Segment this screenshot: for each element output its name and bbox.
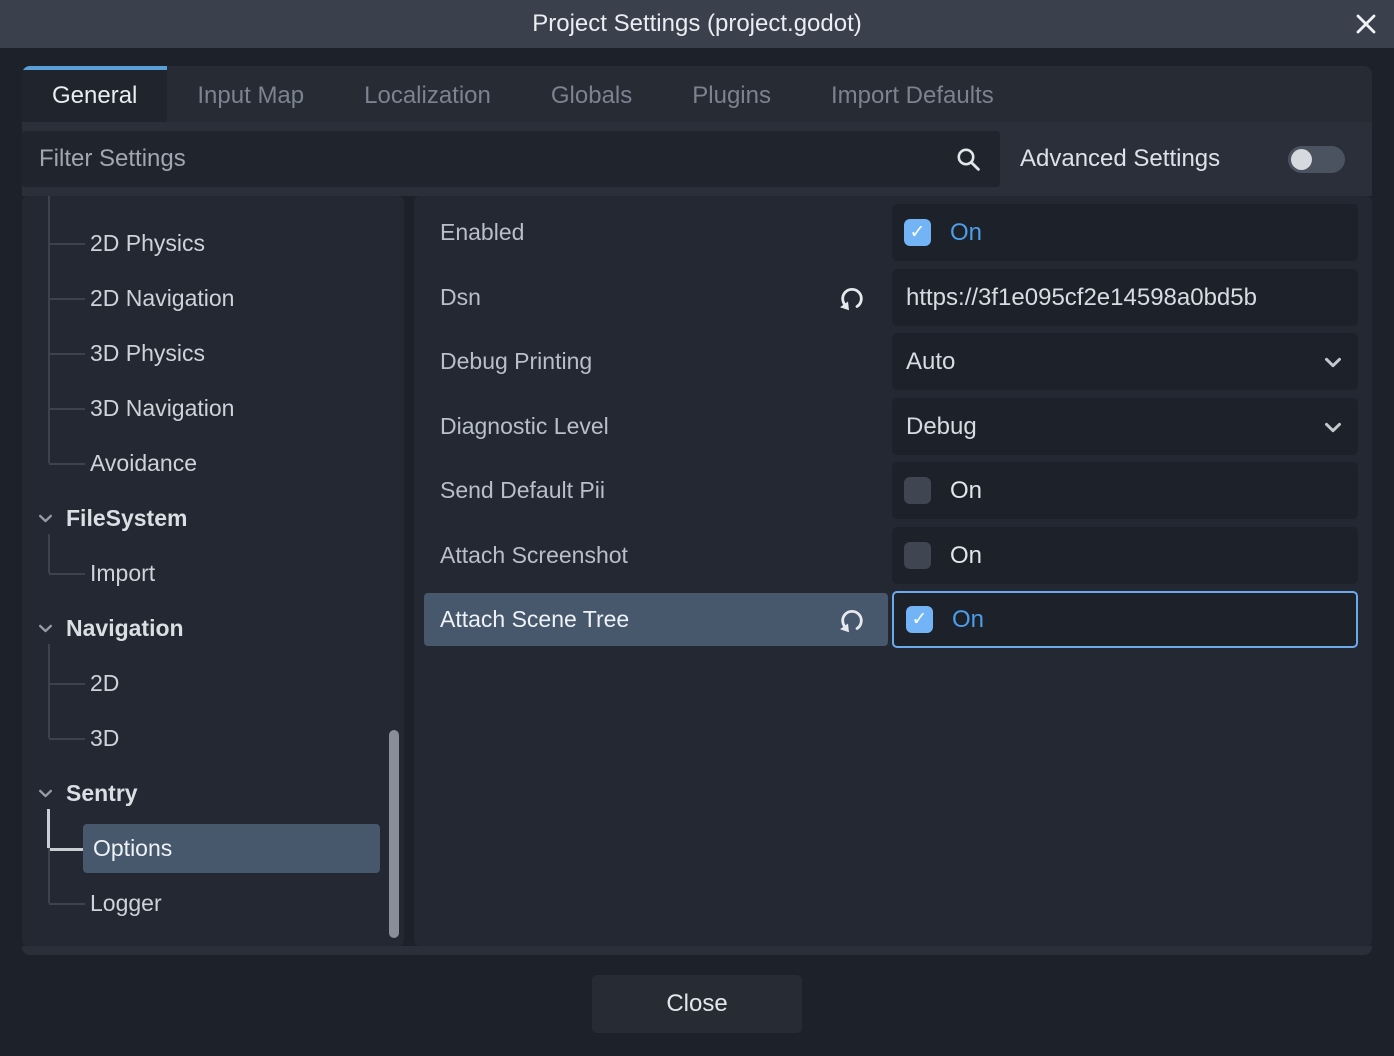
title-bar: Project Settings (project.godot): [0, 0, 1394, 48]
tree-item-options[interactable]: Options: [22, 821, 404, 876]
tree-item-3d-navigation[interactable]: 3D Navigation: [22, 381, 404, 436]
checkbox-state-label: On: [950, 542, 982, 570]
revert-icon[interactable]: [837, 604, 867, 634]
setting-row-attach-scene-tree: Attach Scene Tree ✓ On: [414, 591, 1372, 648]
tree-item-label: 2D Navigation: [90, 285, 234, 312]
revert-icon[interactable]: [837, 282, 867, 312]
project-settings-dialog: Project Settings (project.godot) General…: [0, 0, 1394, 1056]
tree-item-label: Options: [93, 835, 172, 862]
setting-row-debug-printing: Debug Printing Auto: [414, 333, 1372, 390]
toggle-knob: [1291, 149, 1312, 170]
setting-label: Diagnostic Level: [440, 398, 609, 455]
tree-item-label: Navigation: [66, 615, 184, 642]
tree-item-label: 3D Navigation: [90, 395, 234, 422]
setting-label: Debug Printing: [440, 333, 592, 390]
tree-item-import[interactable]: Import: [22, 546, 404, 601]
tree-item-avoidance[interactable]: Avoidance: [22, 436, 404, 491]
setting-label: Attach Scene Tree: [440, 591, 629, 648]
attach-scene-tree-checkbox[interactable]: ✓: [906, 606, 933, 633]
advanced-settings-label: Advanced Settings: [1020, 122, 1220, 196]
tree-item-label: Import: [90, 560, 155, 587]
tab-plugins[interactable]: Plugins: [662, 66, 801, 122]
chevron-down-icon: [1324, 357, 1342, 368]
close-button[interactable]: Close: [592, 975, 802, 1033]
enabled-editor: ✓ On: [892, 204, 1358, 261]
setting-row-attach-screenshot: Attach Screenshot On: [414, 527, 1372, 584]
setting-row-dsn: Dsn https://3f1e095cf2e14598a0bd5b: [414, 269, 1372, 326]
tree-item-label: Avoidance: [90, 450, 197, 477]
tree-item-label: FileSystem: [66, 505, 187, 532]
settings-tree: 2D Physics 2D Navigation 3D Physics 3D Navi…: [22, 196, 404, 946]
attach-screenshot-checkbox[interactable]: [904, 542, 931, 569]
tree-item-navigation[interactable]: Navigation: [22, 601, 404, 656]
setting-label: Attach Screenshot: [440, 527, 628, 584]
tree-item-3d[interactable]: 3D: [22, 711, 404, 766]
tree-item-label: 2D: [90, 670, 119, 697]
filter-toolbar: Advanced Settings: [22, 122, 1372, 196]
setting-label: Enabled: [440, 204, 524, 261]
setting-label: Dsn: [440, 269, 481, 326]
setting-label: Send Default Pii: [440, 462, 605, 519]
tree-item-label: Sentry: [66, 780, 138, 807]
send-default-pii-checkbox[interactable]: [904, 477, 931, 504]
checkbox-state-label: On: [952, 606, 984, 634]
tab-globals[interactable]: Globals: [521, 66, 662, 122]
tree-item-2d-physics[interactable]: 2D Physics: [22, 216, 404, 271]
tree-item-filesystem[interactable]: FileSystem: [22, 491, 404, 546]
dialog-title: Project Settings (project.godot): [532, 10, 862, 38]
tree-item-2d[interactable]: 2D: [22, 656, 404, 711]
chevron-down-icon[interactable]: [38, 624, 53, 633]
advanced-settings-toggle[interactable]: [1288, 146, 1345, 173]
send-default-pii-editor: On: [892, 462, 1358, 519]
tree-item-sentry[interactable]: Sentry: [22, 766, 404, 821]
tab-general[interactable]: General: [22, 66, 167, 122]
tree-item-label: Logger: [90, 890, 162, 917]
dropdown-selected-value: Auto: [906, 348, 955, 376]
chevron-down-icon[interactable]: [38, 514, 53, 523]
panel-bottom-strip: [22, 946, 1372, 955]
chevron-down-icon: [1324, 422, 1342, 433]
tab-import-defaults[interactable]: Import Defaults: [801, 66, 1024, 122]
attach-screenshot-editor: On: [892, 527, 1358, 584]
tree-item-3d-physics[interactable]: 3D Physics: [22, 326, 404, 381]
tree-item-label: 3D Physics: [90, 340, 205, 367]
setting-row-diagnostic-level: Diagnostic Level Debug: [414, 398, 1372, 455]
scrollbar-thumb[interactable]: [389, 730, 399, 938]
diagnostic-level-dropdown[interactable]: Debug: [892, 398, 1358, 455]
tree-item-logger[interactable]: Logger: [22, 876, 404, 931]
dsn-value: https://3f1e095cf2e14598a0bd5b: [906, 284, 1257, 312]
attach-scene-tree-editor: ✓ On: [892, 591, 1358, 648]
tree-item-2d-navigation[interactable]: 2D Navigation: [22, 271, 404, 326]
tab-localization[interactable]: Localization: [334, 66, 521, 122]
settings-panel: Enabled ✓ On Dsn https://3f1e095cf2e14598a0b…: [414, 196, 1372, 946]
tab-input-map[interactable]: Input Map: [167, 66, 334, 122]
setting-row-send-default-pii: Send Default Pii On: [414, 462, 1372, 519]
close-dialog-button[interactable]: [1352, 11, 1380, 39]
tree-item-label: 3D: [90, 725, 119, 752]
tree-item-label: 2D Physics: [90, 230, 205, 257]
close-icon: [1354, 12, 1378, 39]
chevron-down-icon[interactable]: [38, 789, 53, 798]
dropdown-selected-value: Debug: [906, 413, 977, 441]
dsn-input[interactable]: https://3f1e095cf2e14598a0bd5b: [892, 269, 1358, 326]
setting-row-enabled: Enabled ✓ On: [414, 204, 1372, 261]
tab-bar: General Input Map Localization Globals P…: [22, 66, 1372, 122]
filter-settings-input[interactable]: [22, 131, 1000, 187]
debug-printing-dropdown[interactable]: Auto: [892, 333, 1358, 390]
checkbox-state-label: On: [950, 477, 982, 505]
checkbox-state-label: On: [950, 219, 982, 247]
enabled-checkbox[interactable]: ✓: [904, 219, 931, 246]
